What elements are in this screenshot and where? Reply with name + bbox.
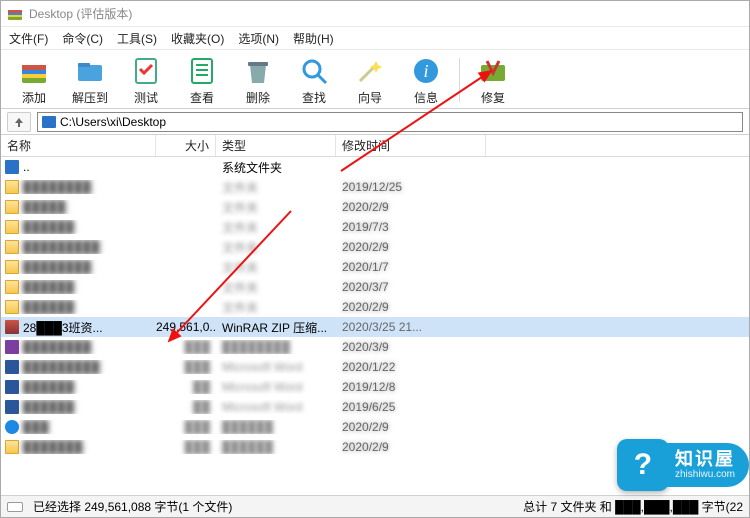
file-row[interactable]: ████████████2020/2/9 bbox=[1, 417, 749, 437]
menu-help[interactable]: 帮助(H) bbox=[293, 30, 334, 47]
word-icon bbox=[5, 380, 19, 394]
menu-command[interactable]: 命令(C) bbox=[62, 30, 103, 47]
delete-icon bbox=[242, 55, 274, 87]
menu-file[interactable]: 文件(F) bbox=[9, 30, 48, 47]
up-arrow-icon bbox=[13, 116, 25, 128]
up-button[interactable] bbox=[7, 112, 31, 132]
file-row[interactable]: ████████文件夹2019/12/25 bbox=[1, 177, 749, 197]
col-header-date[interactable]: 修改时间 bbox=[336, 135, 486, 156]
test-icon bbox=[130, 55, 162, 87]
winrar-icon bbox=[7, 6, 23, 22]
word-icon bbox=[5, 360, 19, 374]
disk-icon bbox=[7, 502, 23, 512]
column-headers: 名称 大小 类型 修改时间 bbox=[1, 135, 749, 157]
repair-icon bbox=[477, 55, 509, 87]
wizard-button[interactable]: 向导 bbox=[343, 52, 397, 108]
wizard-icon bbox=[354, 55, 386, 87]
watermark-text: 知识屋 zhishiwu.com bbox=[665, 443, 749, 487]
extract-icon bbox=[74, 55, 106, 87]
col-header-size[interactable]: 大小 bbox=[156, 135, 216, 156]
watermark: ? 知识屋 zhishiwu.com bbox=[617, 435, 749, 495]
word-icon bbox=[5, 400, 19, 414]
folder-icon bbox=[5, 220, 19, 234]
folder-icon bbox=[5, 300, 19, 314]
folder-icon bbox=[5, 240, 19, 254]
file-row[interactable]: ████████文件夹2020/1/7 bbox=[1, 257, 749, 277]
col-header-name[interactable]: 名称 bbox=[1, 135, 156, 156]
view-button[interactable]: 查看 bbox=[175, 52, 229, 108]
rar-icon bbox=[5, 320, 19, 334]
file-row[interactable]: ██████文件夹2020/3/7 bbox=[1, 277, 749, 297]
col-header-type[interactable]: 类型 bbox=[216, 135, 336, 156]
status-selection: 已经选择 249,561,088 字节(1 个文件) bbox=[33, 498, 232, 515]
file-row[interactable]: ████████Microsoft Word2019/12/8 bbox=[1, 377, 749, 397]
folder-icon bbox=[5, 260, 19, 274]
watermark-icon: ? bbox=[617, 439, 669, 491]
folder-icon bbox=[5, 180, 19, 194]
find-icon bbox=[298, 55, 330, 87]
add-icon bbox=[18, 55, 50, 87]
file-row[interactable]: █████████文件夹2020/2/9 bbox=[1, 237, 749, 257]
menu-tools[interactable]: 工具(S) bbox=[117, 30, 157, 47]
purple-icon bbox=[5, 340, 19, 354]
file-row[interactable]: ██████文件夹2020/2/9 bbox=[1, 297, 749, 317]
find-button[interactable]: 查找 bbox=[287, 52, 341, 108]
delete-button[interactable]: 删除 bbox=[231, 52, 285, 108]
toolbar-separator bbox=[459, 58, 460, 102]
svg-text:i: i bbox=[423, 61, 428, 81]
info-icon: i bbox=[410, 55, 442, 87]
file-row[interactable]: ████████Microsoft Word2019/6/25 bbox=[1, 397, 749, 417]
menu-options[interactable]: 选项(N) bbox=[238, 30, 279, 47]
repair-button[interactable]: 修复 bbox=[466, 52, 520, 108]
info-button[interactable]: i信息 bbox=[399, 52, 453, 108]
status-total: 总计 7 文件夹 和 ███,███,███ 字节(22 bbox=[523, 498, 743, 515]
title-bar: Desktop (评估版本) bbox=[1, 1, 749, 27]
address-bar: C:\Users\xi\Desktop bbox=[1, 109, 749, 135]
file-row[interactable]: █████文件夹2020/2/9 bbox=[1, 197, 749, 217]
computer-icon bbox=[42, 116, 56, 128]
file-row[interactable]: ██████文件夹2019/7/3 bbox=[1, 217, 749, 237]
file-row[interactable]: ███████████████████2020/3/9 bbox=[1, 337, 749, 357]
folder-icon bbox=[5, 280, 19, 294]
add-button[interactable]: 添加 bbox=[7, 52, 61, 108]
file-row[interactable]: ████████████Microsoft Word2020/1/22 bbox=[1, 357, 749, 377]
window-title: Desktop (评估版本) bbox=[29, 5, 132, 22]
ie-icon bbox=[5, 420, 19, 434]
file-row[interactable]: 28███3班资...249,561,0...WinRAR ZIP 压缩...2… bbox=[1, 317, 749, 337]
path-input[interactable]: C:\Users\xi\Desktop bbox=[37, 112, 743, 132]
test-button[interactable]: 测试 bbox=[119, 52, 173, 108]
extract-button[interactable]: 解压到 bbox=[63, 52, 117, 108]
folder-icon bbox=[5, 200, 19, 214]
menu-favorites[interactable]: 收藏夹(O) bbox=[171, 30, 224, 47]
toolbar: 添加解压到测试查看删除查找向导i信息修复 bbox=[1, 49, 749, 109]
parent-icon bbox=[5, 160, 19, 174]
folder-icon bbox=[5, 440, 19, 454]
path-text: C:\Users\xi\Desktop bbox=[60, 115, 166, 129]
parent-folder-row[interactable]: ..系统文件夹 bbox=[1, 157, 749, 177]
view-icon bbox=[186, 55, 218, 87]
status-bar: 已经选择 249,561,088 字节(1 个文件) 总计 7 文件夹 和 ██… bbox=[1, 495, 749, 517]
menu-bar: 文件(F) 命令(C) 工具(S) 收藏夹(O) 选项(N) 帮助(H) bbox=[1, 27, 749, 49]
